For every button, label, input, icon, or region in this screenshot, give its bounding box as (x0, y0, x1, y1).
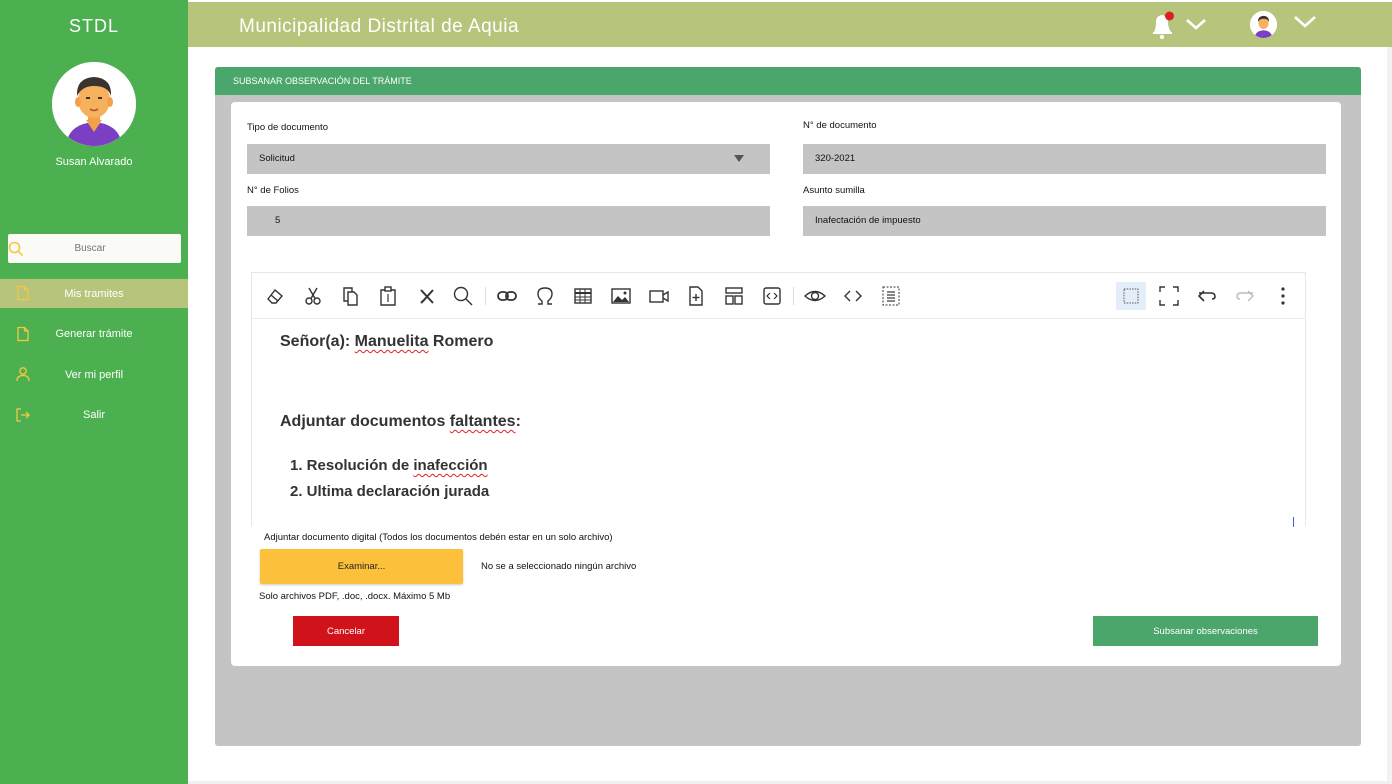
editor-adjuntar: Adjuntar documentos faltantes: (280, 413, 521, 431)
editor-greeting: Señor(a): Manuelita Romero (280, 333, 493, 351)
editor-toolbar (252, 273, 1305, 319)
avatar[interactable] (1250, 11, 1277, 38)
sidebar-item-salir[interactable]: Salir (0, 401, 188, 430)
avatar-illustration-icon (1250, 11, 1277, 38)
list-item: 1. Resolución de inafección (290, 453, 489, 479)
num-documento-label: N° de documento (803, 120, 877, 131)
greeting-last: Romero (428, 333, 494, 350)
editor-list: 1. Resolución de inafección 2. Ultima de… (290, 453, 489, 505)
clear-format-icon[interactable] (416, 285, 438, 307)
embed-code-icon[interactable] (761, 285, 783, 307)
file-icon (15, 285, 31, 301)
list-item: 2. Ultima declaración jurada (290, 483, 490, 500)
template-icon[interactable] (723, 285, 745, 307)
eraser-icon[interactable] (264, 285, 286, 307)
special-char-icon[interactable] (534, 285, 556, 307)
user-name: Susan Alvarado (55, 156, 133, 168)
show-blocks-icon[interactable] (1116, 282, 1146, 310)
table-icon[interactable] (572, 285, 594, 307)
file-icon (15, 326, 31, 342)
tipo-documento-label: Tipo de documento (247, 122, 328, 133)
num-documento-value: 320-2021 (815, 153, 856, 164)
sidebar-item-ver-perfil[interactable]: Ver mi perfil (0, 360, 188, 389)
chevron-down-icon[interactable] (1292, 12, 1318, 32)
adjuntar-word: faltantes (449, 413, 516, 430)
dropdown-arrow-icon (734, 155, 744, 162)
toolbar-separator (793, 287, 794, 305)
tipo-documento-value: Solicitud (259, 153, 295, 164)
source-code-icon[interactable] (842, 285, 864, 307)
sidebar: STDL Susan Alvarado Buscar Mis tramites … (0, 0, 188, 784)
item1-word: inafección (413, 457, 488, 474)
main-panel: SUBSANAR OBSERVACIÓN DEL TRÁMITE Tipo de… (215, 67, 1361, 746)
paste-icon[interactable] (377, 285, 399, 307)
bell-icon[interactable] (1148, 8, 1176, 40)
folios-label: N° de Folios (247, 185, 299, 196)
app-root: STDL Susan Alvarado Buscar Mis tramites … (0, 0, 1392, 784)
preview-icon[interactable] (804, 285, 826, 307)
no-file-text: No se a seleccionado ningún archivo (481, 561, 637, 572)
link-icon[interactable] (496, 285, 518, 307)
search-box (8, 234, 186, 263)
insert-file-icon[interactable] (685, 285, 707, 307)
search-icon[interactable] (8, 241, 24, 257)
chevron-down-icon[interactable] (1184, 14, 1208, 34)
page-scroll-edge (1387, 47, 1392, 784)
item1-prefix: 1. Resolución de (290, 457, 414, 474)
folios-field[interactable]: 5 (247, 206, 770, 236)
greeting-prefix: Señor(a): (280, 333, 355, 350)
folios-value: 5 (275, 215, 281, 226)
image-icon[interactable] (610, 285, 632, 307)
page-title: Municipalidad Distrital de Aquia (239, 16, 520, 37)
adjuntar-prefix: Adjuntar documentos (280, 413, 450, 430)
text-cursor (1293, 517, 1294, 527)
num-documento-field[interactable]: 320-2021 (803, 144, 1326, 174)
asunto-label: Asunto sumilla (803, 185, 865, 196)
user-avatar[interactable] (52, 62, 136, 146)
sidebar-item-mis-tramites[interactable]: Mis tramites (0, 279, 188, 308)
rich-text-editor: Señor(a): Manuelita Romero Adjuntar docu… (251, 272, 1306, 527)
copy-icon[interactable] (340, 285, 362, 307)
search-input[interactable] (24, 234, 186, 263)
asunto-field[interactable]: Inafectación de impuesto (803, 206, 1326, 236)
logout-icon (15, 407, 31, 423)
cancel-button[interactable]: Cancelar (293, 616, 399, 646)
fullscreen-icon[interactable] (1158, 285, 1180, 307)
top-bar: Municipalidad Distrital de Aquia (188, 0, 1392, 47)
browse-button[interactable]: Examinar... (260, 549, 463, 584)
user-icon (15, 366, 31, 382)
redo-icon[interactable] (1234, 285, 1256, 307)
find-icon[interactable] (452, 285, 474, 307)
sidebar-nav: Mis tramites Generar trámite Ver mi perf… (0, 279, 188, 441)
more-options-icon[interactable] (1272, 285, 1294, 307)
adjuntar-suffix: : (515, 413, 521, 430)
video-icon[interactable] (648, 285, 670, 307)
form-card: Tipo de documento Solicitud N° de docume… (231, 102, 1341, 666)
asunto-value: Inafectación de impuesto (815, 215, 921, 226)
brand-title: STDL (68, 16, 119, 36)
select-all-icon[interactable] (880, 285, 902, 307)
greeting-name: Manuelita (354, 333, 429, 350)
tipo-documento-select[interactable]: Solicitud (247, 144, 770, 174)
panel-heading: SUBSANAR OBSERVACIÓN DEL TRÁMITE (215, 67, 1361, 95)
undo-icon[interactable] (1196, 285, 1218, 307)
sidebar-item-generar-tramite[interactable]: Generar trámite (0, 320, 188, 349)
file-hint: Solo archivos PDF, .doc, .docx. Máximo 5… (259, 591, 451, 602)
cut-icon[interactable] (302, 285, 324, 307)
avatar-illustration-icon (52, 62, 136, 146)
submit-observations-button[interactable]: Subsanar observaciones (1093, 616, 1318, 646)
editor-content[interactable]: Señor(a): Manuelita Romero Adjuntar docu… (280, 333, 521, 500)
upload-label: Adjuntar documento digital (Todos los do… (264, 532, 613, 543)
toolbar-separator (485, 287, 486, 305)
